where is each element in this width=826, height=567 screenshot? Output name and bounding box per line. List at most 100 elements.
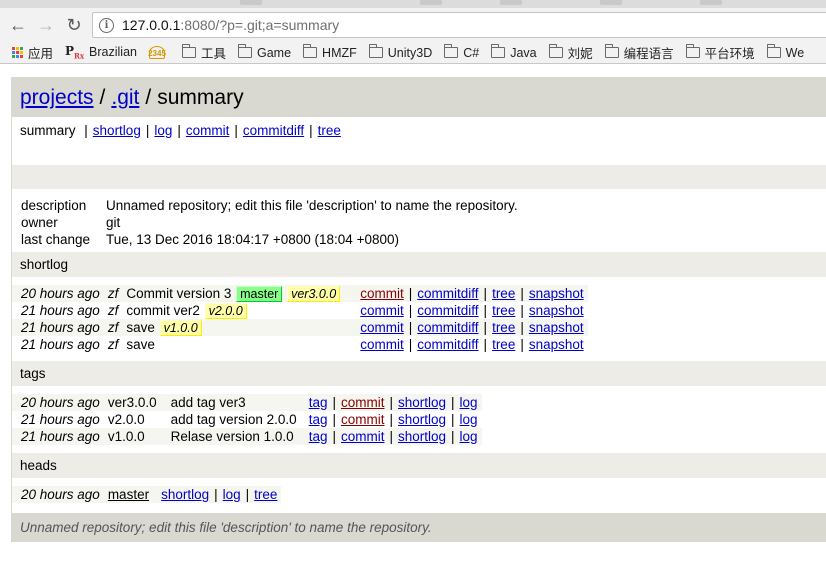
bookmark-item[interactable]: Java bbox=[491, 44, 537, 60]
commit-subject-link[interactable]: Commit version 3 bbox=[126, 286, 231, 301]
browser-toolbar: ← → ↻ i 127.0.0.1:8080/?p=.git;a=summary bbox=[0, 8, 826, 42]
bookmark-item[interactable]: HMZF bbox=[303, 44, 357, 60]
bookmark-item[interactable]: 平台环境 bbox=[685, 43, 755, 62]
tag-link[interactable]: tag bbox=[309, 429, 328, 444]
page-action-title: summary bbox=[157, 85, 244, 109]
tag-ref-badge[interactable]: v2.0.0 bbox=[204, 303, 247, 319]
nav-current: summary bbox=[20, 123, 76, 138]
tab-fragment[interactable] bbox=[700, 0, 722, 5]
folder-icon bbox=[368, 44, 383, 58]
row-links: tag | commit | shortlog | log bbox=[300, 394, 482, 411]
commit-link[interactable]: commit bbox=[360, 337, 404, 352]
commit-subject-link[interactable]: save bbox=[126, 337, 155, 352]
commit-link[interactable]: commit bbox=[360, 320, 404, 335]
bookmark-item[interactable]: We bbox=[766, 44, 804, 60]
bookmark-item[interactable]: PRx Brazilian bbox=[65, 44, 137, 60]
tree-link[interactable]: tree bbox=[254, 487, 277, 502]
bookmark-label: 刘妮 bbox=[567, 47, 593, 61]
projects-link[interactable]: projects bbox=[20, 86, 94, 110]
commitdiff-link[interactable]: commitdiff bbox=[417, 337, 478, 352]
shortlog-link[interactable]: shortlog bbox=[398, 395, 446, 410]
commit-link[interactable]: commit bbox=[341, 395, 385, 410]
snapshot-link[interactable]: snapshot bbox=[529, 286, 584, 301]
info-row: description Unnamed repository; edit this… bbox=[12, 197, 518, 214]
info-key: description bbox=[21, 198, 87, 213]
folder-icon bbox=[444, 44, 459, 58]
info-row: owner git bbox=[12, 214, 518, 231]
bookmark-item[interactable]: 刘妮 bbox=[548, 43, 593, 62]
heads-header-link[interactable]: heads bbox=[20, 458, 57, 473]
commit-author: zf bbox=[107, 303, 119, 318]
folder-icon bbox=[548, 44, 563, 58]
bookmark-item[interactable]: C# bbox=[444, 44, 479, 60]
tree-link[interactable]: tree bbox=[492, 286, 515, 301]
tag-link[interactable]: tag bbox=[309, 395, 328, 410]
head-name-link[interactable]: master bbox=[108, 487, 149, 502]
snapshot-link[interactable]: snapshot bbox=[529, 303, 584, 318]
nav-link-commitdiff[interactable]: commitdiff bbox=[243, 123, 304, 138]
table-row: 21 hours ago v2.0.0 add tag version 2.0.0 t… bbox=[12, 411, 482, 428]
tag-name[interactable]: v2.0.0 bbox=[104, 411, 161, 428]
tab-fragment[interactable] bbox=[600, 0, 622, 5]
bookmark-item[interactable]: 2345 bbox=[148, 46, 170, 59]
nav-link-shortlog[interactable]: shortlog bbox=[93, 123, 141, 138]
shortlog-link[interactable]: shortlog bbox=[398, 412, 446, 427]
commitdiff-link[interactable]: commitdiff bbox=[417, 286, 478, 301]
forward-button[interactable]: → bbox=[34, 13, 58, 37]
repo-link[interactable]: .git bbox=[111, 86, 139, 110]
bookmark-item[interactable]: Unity3D bbox=[368, 44, 432, 60]
tags-header-link[interactable]: tags bbox=[20, 366, 46, 381]
bookmark-item[interactable]: 编程语言 bbox=[604, 43, 674, 62]
log-link[interactable]: log bbox=[460, 395, 478, 410]
tree-link[interactable]: tree bbox=[492, 337, 515, 352]
tab-fragment[interactable] bbox=[500, 0, 522, 5]
link-separator: | bbox=[520, 303, 524, 318]
tag-name[interactable]: v1.0.0 bbox=[103, 428, 161, 445]
snapshot-link[interactable]: snapshot bbox=[529, 337, 584, 352]
commit-link[interactable]: commit bbox=[341, 412, 385, 427]
tab-fragment[interactable] bbox=[240, 0, 262, 5]
commit-subject-link[interactable]: save bbox=[126, 320, 155, 335]
tag-age: 20 hours ago bbox=[12, 394, 104, 411]
nav-link-log[interactable]: log bbox=[154, 123, 172, 138]
folder-icon bbox=[604, 44, 619, 58]
commitdiff-link[interactable]: commitdiff bbox=[417, 303, 478, 318]
info-key: owner bbox=[21, 215, 58, 230]
bookmark-item[interactable]: 工具 bbox=[181, 43, 226, 62]
snapshot-link[interactable]: snapshot bbox=[529, 320, 584, 335]
nav-link-commit[interactable]: commit bbox=[186, 123, 230, 138]
folder-icon bbox=[181, 44, 196, 58]
shortlog-header-link[interactable]: shortlog bbox=[20, 257, 68, 272]
tab-fragment[interactable] bbox=[420, 0, 442, 5]
link-separator: | bbox=[451, 412, 455, 427]
back-button[interactable]: ← bbox=[6, 13, 30, 37]
info-icon[interactable]: i bbox=[99, 17, 114, 33]
tag-name[interactable]: ver3.0.0 bbox=[103, 394, 161, 411]
head-age: 20 hours ago bbox=[12, 486, 104, 503]
tag-ref-badge[interactable]: ver3.0.0 bbox=[287, 286, 341, 302]
tree-link[interactable]: tree bbox=[492, 320, 515, 335]
commit-link[interactable]: commit bbox=[360, 286, 404, 301]
log-link[interactable]: log bbox=[460, 412, 478, 427]
header-separator: / bbox=[145, 85, 152, 109]
link-separator: | bbox=[332, 429, 336, 444]
commit-subject-link[interactable]: commit ver2 bbox=[126, 303, 200, 318]
shortlog-link[interactable]: shortlog bbox=[398, 429, 446, 444]
bookmark-item[interactable]: Game bbox=[238, 44, 292, 60]
log-link[interactable]: log bbox=[460, 429, 478, 444]
bookmark-item[interactable]: 应用 bbox=[12, 43, 53, 62]
tag-age: 21 hours ago bbox=[12, 428, 104, 445]
reload-button[interactable]: ↻ bbox=[62, 13, 86, 37]
commit-link[interactable]: commit bbox=[360, 303, 404, 318]
nav-link-tree[interactable]: tree bbox=[318, 123, 341, 138]
head-ref-badge[interactable]: master bbox=[236, 286, 283, 302]
bookmark-label: Game bbox=[257, 45, 292, 60]
log-link[interactable]: log bbox=[223, 487, 241, 502]
tag-ref-badge[interactable]: v1.0.0 bbox=[159, 320, 202, 336]
tree-link[interactable]: tree bbox=[492, 303, 515, 318]
commit-link[interactable]: commit bbox=[341, 429, 385, 444]
tag-link[interactable]: tag bbox=[309, 412, 328, 427]
address-bar[interactable]: i 127.0.0.1:8080/?p=.git;a=summary bbox=[92, 12, 826, 38]
commitdiff-link[interactable]: commitdiff bbox=[417, 320, 478, 335]
shortlog-link[interactable]: shortlog bbox=[161, 487, 209, 502]
